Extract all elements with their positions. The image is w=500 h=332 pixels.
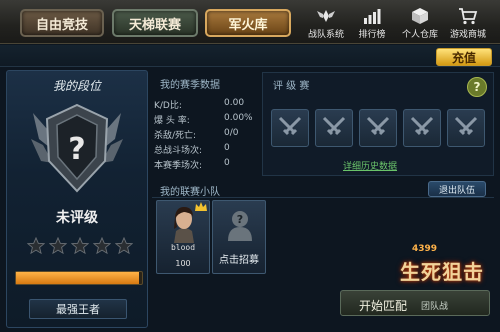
crossed-swords-icon — [322, 116, 346, 136]
recruit-slot[interactable]: ? 点击招募 — [212, 200, 266, 274]
ranked-slot[interactable] — [315, 109, 353, 147]
ranked-slot[interactable] — [271, 109, 309, 147]
stat-row: 杀敌/死亡: 0/0 — [152, 128, 260, 141]
crossed-swords-icon — [278, 116, 302, 136]
stat-key: 杀敌/死亡: — [154, 131, 197, 141]
star-icon — [26, 236, 46, 258]
rank-progress-bar — [15, 271, 143, 285]
star-icon — [92, 236, 112, 258]
logo-number: 4399 — [412, 244, 438, 254]
rank-panel: 我的段位 ? 未评级 最强王者 — [6, 70, 148, 328]
recruit-label: 点击招募 — [219, 255, 259, 266]
nav-team-system[interactable]: 战队系统 — [304, 6, 348, 40]
ranked-title: 评 级 赛 — [273, 81, 310, 92]
nav-label: 排行榜 — [358, 30, 386, 40]
nav-leaderboard[interactable]: 排行榜 — [350, 6, 394, 40]
logo-title: 生死狙击 — [400, 260, 484, 284]
ranked-slot[interactable] — [403, 109, 441, 147]
star-icon — [70, 236, 90, 258]
nav-label: 战队系统 — [307, 30, 344, 40]
tab-ladder-league[interactable]: 天梯联赛 — [112, 9, 198, 37]
team-member-card[interactable]: blood 100 — [156, 200, 210, 274]
bar-chart-icon — [364, 9, 381, 24]
ranked-slot[interactable] — [359, 109, 397, 147]
rank-panel-title: 我的段位 — [52, 79, 101, 93]
tab-free-arena[interactable]: 自由竞技 — [20, 9, 104, 37]
stat-value: 0 — [224, 143, 230, 153]
member-score: 100 — [175, 259, 191, 268]
stat-value: 0/0 — [224, 128, 239, 138]
start-match-button[interactable]: 开始匹配 团队战 — [340, 290, 490, 316]
team-title: 我的联赛小队 — [160, 187, 220, 198]
crossed-swords-icon — [454, 116, 478, 136]
ranked-matches-panel: 评 级 赛 ? 详细历史数据 — [262, 72, 494, 176]
nav-label: 游戏商城 — [449, 30, 486, 40]
rank-name: 未评级 — [56, 210, 98, 226]
rank-stars — [26, 236, 134, 258]
stat-value: 0.00% — [224, 113, 253, 123]
stat-key: 总战斗场次: — [154, 146, 203, 156]
match-mode-label: 团队战 — [421, 302, 449, 312]
nav-personal-storage[interactable]: 个人仓库 — [398, 6, 442, 40]
stat-row: 总战斗场次: 0 — [152, 143, 260, 156]
team-wings-icon — [317, 10, 335, 22]
crossed-swords-icon — [410, 116, 434, 136]
ranked-slot[interactable] — [447, 109, 485, 147]
cart-icon — [459, 8, 478, 25]
history-data-link[interactable]: 详细历史数据 — [343, 159, 397, 172]
star-icon — [114, 236, 134, 258]
stat-value: 0 — [224, 158, 230, 168]
stat-key: 爆 头 率: — [154, 116, 190, 126]
unranked-badge-icon: ? — [31, 103, 123, 193]
player-avatar — [174, 207, 194, 243]
stat-row: K/D比: 0.00 — [152, 98, 260, 111]
star-icon — [48, 236, 68, 258]
member-name: blood — [170, 243, 196, 252]
stat-row: 本赛季场次: 0 — [152, 158, 260, 171]
rank-progress-fill — [16, 272, 140, 284]
recharge-button[interactable]: 充值 — [436, 48, 492, 66]
nav-game-shop[interactable]: 游戏商城 — [446, 6, 490, 40]
help-button[interactable]: ? — [467, 77, 487, 97]
crossed-swords-icon — [366, 116, 390, 136]
nav-label: 个人仓库 — [401, 30, 438, 40]
stat-row: 爆 头 率: 0.00% — [152, 113, 260, 126]
stat-key: K/D比: — [154, 101, 182, 111]
tab-arsenal[interactable]: 军火库 — [205, 9, 291, 37]
season-stats: K/D比: 0.00 爆 头 率: 0.00% 杀敌/死亡: 0/0 总战斗场次… — [152, 72, 260, 176]
unknown-player-icon: ? — [228, 211, 252, 241]
quit-team-button[interactable]: 退出队伍 — [428, 181, 486, 197]
start-match-label: 开始匹配 — [359, 299, 408, 313]
stat-value: 0.00 — [224, 98, 245, 108]
svg-text:?: ? — [237, 213, 243, 226]
svg-text:?: ? — [68, 132, 85, 167]
box-icon — [412, 8, 428, 24]
stat-key: 本赛季场次: — [154, 161, 203, 171]
top-rank-label[interactable]: 最强王者 — [29, 299, 127, 319]
sub-bar — [0, 45, 500, 67]
game-logo: 4399 生死狙击 — [392, 244, 496, 288]
